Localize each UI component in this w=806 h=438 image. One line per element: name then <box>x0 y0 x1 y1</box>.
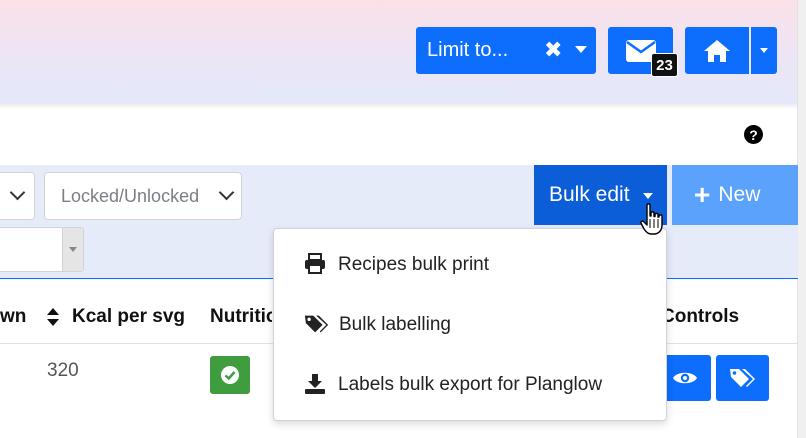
home-icon <box>704 39 730 62</box>
page-scrollbar[interactable] <box>797 0 806 438</box>
bulk-edit-menu: Recipes bulk print Bulk labelling Labels… <box>273 228 667 421</box>
menu-item-bulk-labelling[interactable]: Bulk labelling <box>274 300 666 350</box>
menu-item-label: Labels bulk export for Planglow <box>338 374 603 395</box>
limit-to-label: Limit to... <box>427 39 509 61</box>
help-icon[interactable]: ? <box>744 125 763 144</box>
menu-item-label: Recipes bulk print <box>338 254 490 275</box>
tags-icon <box>304 315 329 333</box>
menu-item-recipes-bulk-print[interactable]: Recipes bulk print <box>274 240 666 290</box>
home-dropdown-toggle[interactable] <box>751 27 777 74</box>
locked-unlocked-select[interactable]: Locked/Unlocked <box>44 172 242 220</box>
bulk-edit-label: Bulk edit <box>549 183 630 206</box>
kcal-cell: 320 <box>47 360 79 381</box>
caret-down-icon <box>69 247 77 252</box>
header-shadow <box>0 104 806 109</box>
plus-icon: + <box>694 179 711 210</box>
chevron-down-icon <box>760 48 768 53</box>
caret-down-icon <box>643 193 653 199</box>
download-icon <box>305 374 325 394</box>
messages-count-badge: 23 <box>651 53 678 77</box>
locked-select-value: Locked/Unlocked <box>61 185 200 206</box>
column-header-partial[interactable]: wn <box>0 306 26 328</box>
home-button[interactable] <box>685 27 749 74</box>
column-header-kcal[interactable]: Kcal per svg <box>72 306 185 328</box>
chevron-down-icon <box>218 184 235 201</box>
hand-pointer-icon <box>640 203 663 235</box>
menu-item-labels-bulk-export[interactable]: Labels bulk export for Planglow <box>274 360 666 410</box>
new-button[interactable]: + New <box>672 165 798 225</box>
column-header-nutrition[interactable]: Nutritio <box>210 306 272 328</box>
clear-limit-icon[interactable]: ✖ <box>544 37 562 63</box>
check-circle-icon <box>221 366 239 384</box>
menu-item-label: Bulk labelling <box>339 314 451 335</box>
filter-combobox[interactable] <box>0 227 84 272</box>
labels-button[interactable] <box>716 355 769 401</box>
new-button-label: New <box>718 183 761 206</box>
filter-select-partial[interactable] <box>0 172 35 220</box>
limit-dropdown-caret-icon[interactable] <box>575 46 587 53</box>
limit-to-button[interactable]: Limit to... ✖ <box>416 27 596 74</box>
sort-icon[interactable] <box>46 307 60 327</box>
chevron-down-icon <box>9 184 26 201</box>
combobox-arrow[interactable] <box>62 228 83 271</box>
nutrition-ok-button[interactable] <box>210 356 250 394</box>
tags-icon <box>729 369 755 387</box>
column-header-controls: Controls <box>661 306 740 327</box>
print-icon <box>305 253 325 274</box>
eye-icon <box>672 372 697 384</box>
